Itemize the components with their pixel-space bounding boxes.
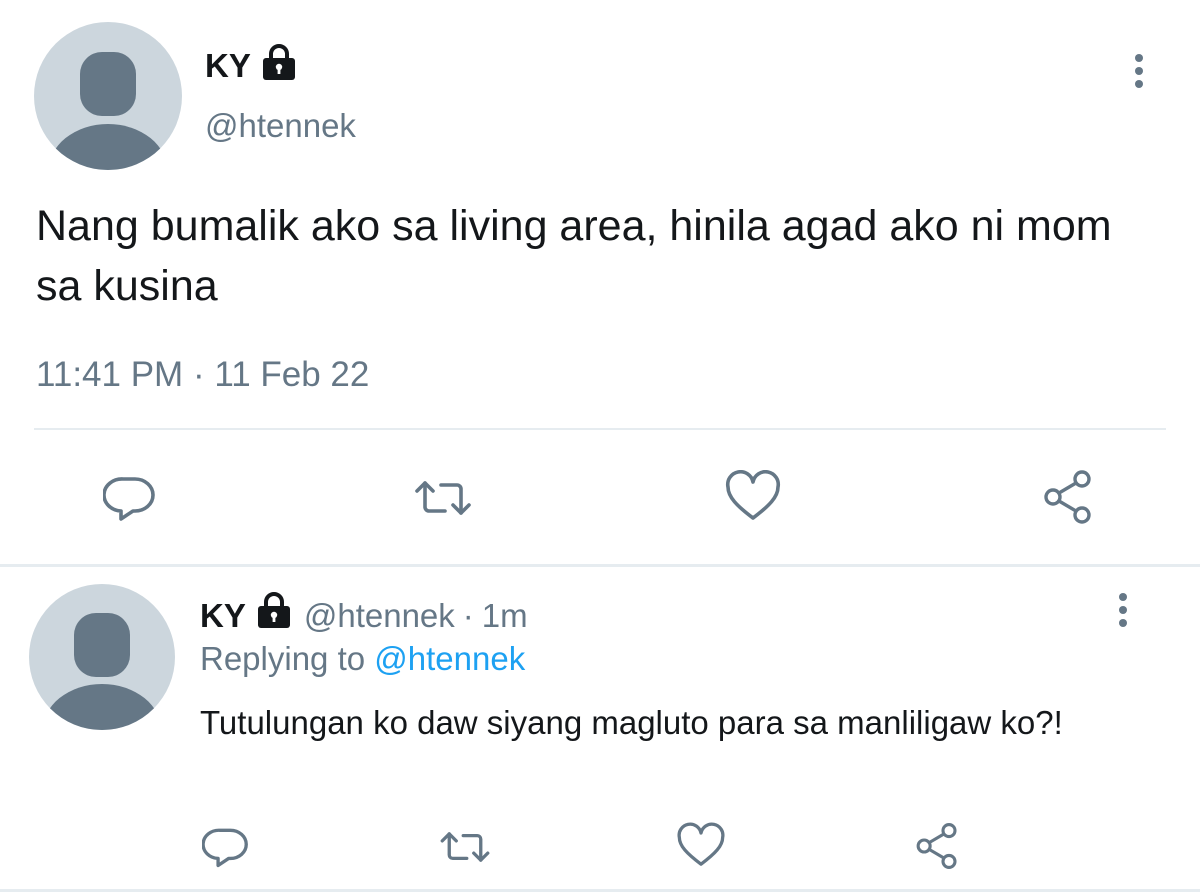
lock-icon [254, 592, 294, 639]
meta-separator: · [192, 355, 205, 394]
replying-to-handle[interactable]: @htennek [374, 640, 525, 677]
retweet-button[interactable] [436, 822, 494, 872]
heart-icon [725, 470, 781, 520]
main-avatar[interactable] [34, 22, 182, 170]
reply-author-name[interactable]: KY [200, 596, 246, 636]
replying-to-line: Replying to @htennek [200, 639, 525, 679]
share-icon [916, 823, 957, 869]
main-author-name[interactable]: KY [205, 46, 251, 86]
default-profile-icon [48, 52, 168, 170]
like-button[interactable] [674, 820, 728, 872]
main-tweet-timestamp[interactable]: 11:41 PM · 11 Feb 22 [36, 353, 369, 397]
replying-to-label: Replying to [200, 640, 366, 677]
heart-icon [677, 822, 725, 866]
reply-tweet-text: Tutulungan ko daw siyang magluto para sa… [200, 704, 1063, 741]
reply-icon [103, 477, 155, 521]
main-tweet-time: 11:41 PM [36, 355, 184, 394]
retweet-icon [440, 832, 490, 862]
lock-icon [259, 44, 299, 87]
reply-avatar[interactable] [29, 584, 175, 730]
like-button[interactable] [722, 468, 784, 526]
reply-time-ago[interactable]: 1m [482, 596, 528, 636]
main-tweet-text: Nang bumalik ako sa living area, hinila … [36, 202, 1112, 310]
retweet-icon [415, 481, 471, 515]
main-author-handle[interactable]: @htennek [205, 106, 356, 146]
reply-button[interactable] [200, 822, 252, 872]
tweet-detail-view: KY @htennek Nang bumalik ako sa living a… [0, 0, 1200, 895]
share-button[interactable] [910, 820, 964, 872]
share-icon [1044, 470, 1091, 524]
default-profile-icon [42, 613, 162, 730]
divider [34, 428, 1166, 430]
reply-header: KY @htennek · 1m [200, 592, 528, 639]
reply-button[interactable] [100, 470, 160, 526]
share-button[interactable] [1038, 468, 1098, 526]
main-tweet-date: 11 Feb 22 [214, 355, 370, 394]
reply-icon [202, 828, 248, 868]
more-vertical-icon[interactable] [1128, 52, 1150, 97]
meta-separator: · [462, 596, 474, 634]
retweet-button[interactable] [410, 470, 476, 526]
section-divider [0, 564, 1200, 567]
more-vertical-icon[interactable] [1112, 591, 1134, 636]
bottom-divider [0, 889, 1200, 892]
main-author-name-row[interactable]: KY [205, 44, 299, 87]
reply-author-handle[interactable]: @htennek [304, 596, 455, 636]
